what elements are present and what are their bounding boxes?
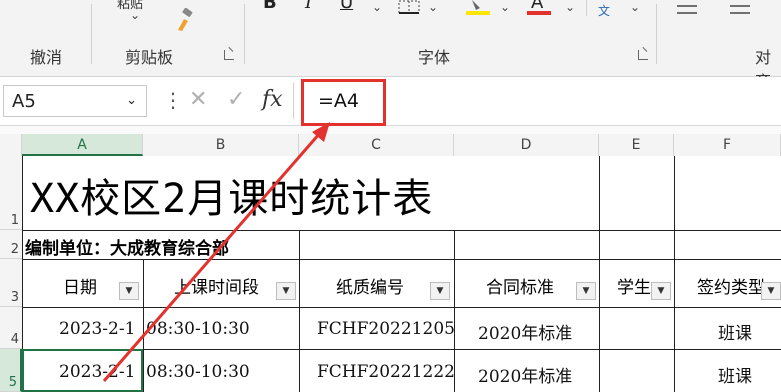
cell-f4[interactable]: 班课 xyxy=(718,319,752,344)
column-header-d[interactable]: D xyxy=(454,134,599,156)
header-time-slot[interactable]: 上课时间段 xyxy=(174,273,259,298)
row-header-2[interactable]: 2 xyxy=(0,230,22,259)
name-box[interactable]: A5 ⌄ xyxy=(3,85,147,117)
cell-b4[interactable]: 08:30-10:30 xyxy=(146,319,250,339)
font-color-bar xyxy=(527,11,551,15)
column-header-a[interactable]: A xyxy=(22,134,143,156)
row-header-5[interactable]: 5 xyxy=(0,349,22,392)
cell-border xyxy=(143,259,144,392)
filter-dropdown-icon[interactable]: ▼ xyxy=(119,282,139,300)
font-group-label: 字体 xyxy=(418,48,451,67)
filter-dropdown-icon[interactable]: ▼ xyxy=(430,282,450,300)
cancel-icon[interactable]: ✕ xyxy=(189,87,207,112)
select-all-corner[interactable] xyxy=(0,134,22,156)
filter-dropdown-icon[interactable]: ▼ xyxy=(576,282,596,300)
column-header-b[interactable]: B xyxy=(143,134,299,156)
format-painter-icon[interactable] xyxy=(174,8,196,32)
sheet-title[interactable]: XX校区2月课时统计表 xyxy=(30,166,433,224)
formula-highlight-annotation xyxy=(301,79,386,126)
column-header-e[interactable]: E xyxy=(599,134,674,156)
row-header-3[interactable]: 3 xyxy=(0,259,22,307)
filter-dropdown-icon[interactable]: ▼ xyxy=(276,282,296,300)
highlight-color-bar xyxy=(466,11,490,15)
cell-border xyxy=(22,307,781,308)
cell-border xyxy=(599,156,600,392)
ribbon-separator xyxy=(586,0,587,16)
column-header-c[interactable]: C xyxy=(299,134,454,156)
highlight-dropdown-chevron-icon[interactable]: ⌄ xyxy=(500,0,510,14)
cell-border xyxy=(674,156,675,392)
underline-button[interactable]: U xyxy=(340,0,353,12)
insert-function-icon[interactable]: fx xyxy=(262,87,283,112)
row-header-4[interactable]: 4 xyxy=(0,307,22,349)
clipboard-group-label: 剪贴板 xyxy=(125,48,174,67)
phonetic-dropdown-chevron-icon[interactable]: ⌄ xyxy=(630,0,640,14)
filter-dropdown-icon[interactable]: ▼ xyxy=(761,282,781,300)
phonetic-button[interactable]: 文 xyxy=(598,2,610,20)
align-top-icon[interactable] xyxy=(676,4,698,16)
more-options-icon[interactable]: ⋮ xyxy=(163,88,183,112)
clipboard-launcher-icon[interactable] xyxy=(224,50,234,60)
column-header-f[interactable]: F xyxy=(674,134,781,156)
cell-c5[interactable]: FCHF20221222 xyxy=(317,362,455,382)
header-student[interactable]: 学生 xyxy=(617,273,651,298)
header-date[interactable]: 日期 xyxy=(63,273,97,298)
bold-button[interactable]: B xyxy=(263,0,277,12)
font-launcher-icon[interactable] xyxy=(638,50,648,60)
formula-bar-divider xyxy=(293,83,294,119)
font-color-dropdown-chevron-icon[interactable]: ⌄ xyxy=(565,0,575,14)
name-box-dropdown-chevron-icon[interactable]: ⌄ xyxy=(126,93,137,108)
header-paper-number[interactable]: 纸质编号 xyxy=(336,273,404,298)
grid-top-gap xyxy=(0,126,781,134)
enter-icon[interactable]: ✓ xyxy=(227,87,245,112)
cell-f5[interactable]: 班课 xyxy=(718,362,752,387)
cell-border xyxy=(22,230,781,231)
ribbon-separator xyxy=(656,4,657,64)
underline-dropdown-chevron-icon[interactable]: ⌄ xyxy=(372,0,382,14)
border-icon[interactable] xyxy=(398,0,420,14)
org-label[interactable]: 编制单位：大成教育综合部 xyxy=(25,234,229,259)
paste-dropdown-chevron-icon[interactable]: ⌄ xyxy=(130,8,140,22)
cell-border xyxy=(22,259,781,260)
cell-d4[interactable]: 2020年标准 xyxy=(478,319,572,344)
header-contract-standard[interactable]: 合同标准 xyxy=(486,273,554,298)
undo-group-label: 撤消 xyxy=(30,48,63,67)
header-contract-type[interactable]: 签约类型 xyxy=(697,273,765,298)
cell-b5[interactable]: 08:30-10:30 xyxy=(146,362,250,382)
ribbon-separator xyxy=(91,4,92,64)
cell-d5[interactable]: 2020年标准 xyxy=(478,362,572,387)
italic-button[interactable]: I xyxy=(305,0,312,12)
cell-border xyxy=(299,230,300,392)
cell-a4[interactable]: 2023-2-1 xyxy=(59,319,135,339)
border-dropdown-chevron-icon[interactable]: ⌄ xyxy=(428,0,438,14)
filter-dropdown-icon[interactable]: ▼ xyxy=(651,282,671,300)
align-middle-icon[interactable] xyxy=(729,4,751,16)
ribbon: 粘贴 ⌄ 撤消 剪贴板 B I U ⌄ ⌄ ⌄ A ⌄ 文 ⌄ 字体 对齐 xyxy=(0,0,781,91)
ribbon-separator xyxy=(244,4,245,64)
active-cell-selection xyxy=(22,349,143,392)
row-header-1[interactable]: 1 xyxy=(0,156,22,230)
cell-c4[interactable]: FCHF20221205 xyxy=(317,319,455,339)
name-box-value: A5 xyxy=(12,91,36,112)
